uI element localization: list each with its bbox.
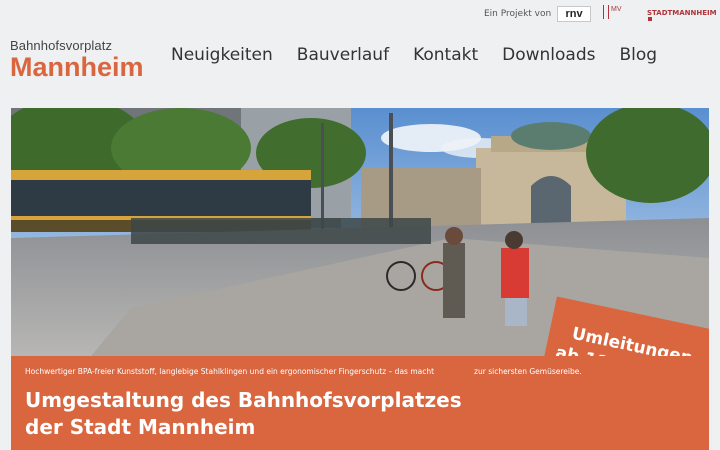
nav-item-blog[interactable]: Blog	[620, 45, 658, 65]
nav-item-downloads[interactable]: Downloads	[502, 45, 595, 65]
top-bar: Ein Projekt von rnv MV STADTMANNHEIM	[0, 0, 720, 28]
hero-image: Umleitungen ab 11.Mai 2022	[11, 108, 709, 356]
stadt-mannheim-logo-text: STADTMANNHEIM	[647, 9, 717, 17]
nav-item-bauverlauf[interactable]: Bauverlauf	[297, 45, 389, 65]
mv-logo[interactable]: MV	[603, 5, 637, 23]
nav-item-kontakt[interactable]: Kontakt	[413, 45, 478, 65]
mv-logo-text: MV	[611, 6, 622, 13]
page-headline: Umgestaltung des Bahnhofsvorplatzes der …	[25, 388, 462, 439]
project-label: Ein Projekt von	[484, 9, 552, 19]
rnv-logo-text: rnv	[565, 8, 583, 20]
caption-panel: Hochwertiger BPA-freier Kunststoff, lang…	[11, 356, 709, 450]
site-logo-subtitle: Bahnhofsvorplatz	[10, 38, 113, 53]
logo-dot-icon	[648, 17, 652, 21]
rnv-logo[interactable]: rnv	[557, 6, 591, 22]
stadt-mannheim-logo[interactable]: STADTMANNHEIM	[647, 9, 720, 26]
nav-item-neuigkeiten[interactable]: Neuigkeiten	[171, 45, 273, 65]
site-logo[interactable]: Bahnhofsvorplatz Mannheim	[10, 38, 144, 81]
hero-caption-part-1: Hochwertiger BPA-freier Kunststoff, lang…	[25, 367, 435, 376]
main-nav: Neuigkeiten Bauverlauf Kontakt Downloads…	[171, 45, 681, 65]
mv-bars-icon	[603, 5, 609, 19]
site-logo-title: Mannheim	[10, 52, 144, 82]
hero-caption: Hochwertiger BPA-freier Kunststoff, lang…	[25, 367, 582, 376]
hero-caption-part-2: zur sichersten Gemüsereibe.	[474, 367, 582, 376]
